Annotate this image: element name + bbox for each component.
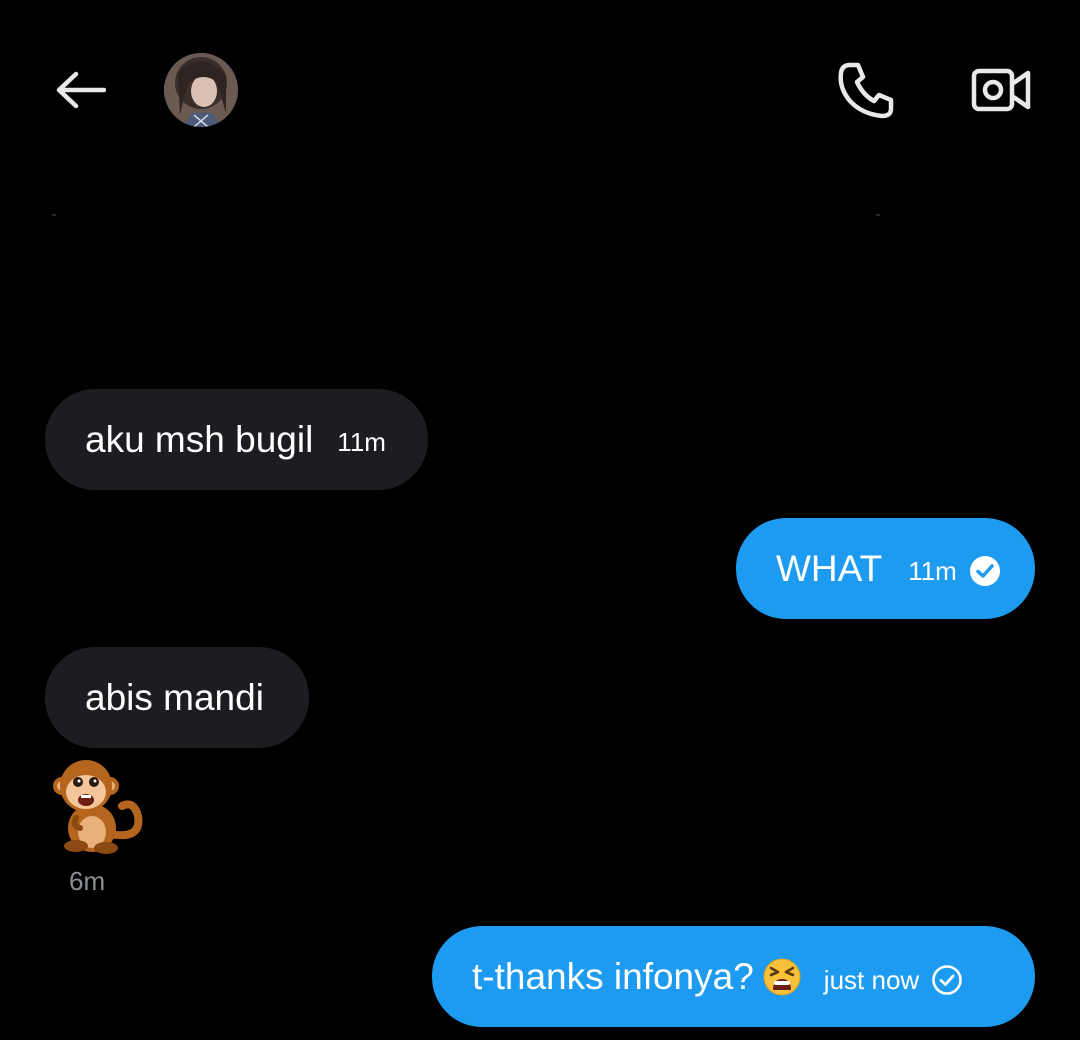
message-time: 11m (337, 427, 386, 457)
sticker-time: 6m (69, 866, 106, 896)
message-text: aku msh bugil (85, 418, 314, 460)
message-time: 11m (908, 556, 957, 586)
message-bubble-incoming[interactable]: abis mandi (45, 647, 309, 748)
message-text: abis mandi (85, 676, 264, 718)
monkey-emoji-icon[interactable] (50, 756, 145, 856)
message-bubble-incoming[interactable]: aku msh bugil 11m (45, 389, 428, 490)
avatar-image (164, 53, 238, 127)
message-text: t-thanks infonya? (472, 955, 754, 997)
arrow-left-icon (56, 71, 106, 109)
message-time: just now (823, 965, 920, 995)
read-check-filled-icon (969, 555, 1001, 587)
divider-mark (52, 214, 56, 216)
tired-face-emoji-icon (762, 957, 802, 997)
back-button[interactable] (52, 62, 108, 118)
contact-avatar[interactable] (164, 53, 238, 127)
video-call-button[interactable] (968, 60, 1034, 120)
divider-mark (876, 214, 880, 216)
phone-icon (838, 62, 894, 119)
call-button[interactable] (832, 56, 900, 124)
message-text: WHAT (776, 547, 883, 589)
video-camera-icon (971, 68, 1031, 112)
sent-check-outline-icon (931, 964, 963, 996)
message-bubble-outgoing[interactable]: WHAT 11m (736, 518, 1035, 619)
message-bubble-outgoing[interactable]: t-thanks infonya? just now (432, 926, 1035, 1027)
